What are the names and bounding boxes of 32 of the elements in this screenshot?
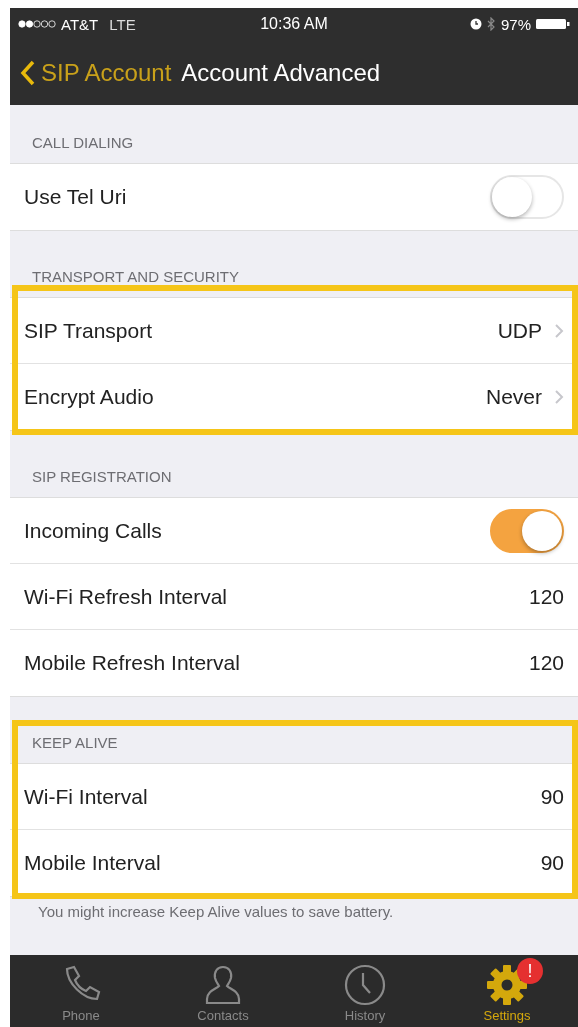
status-time: 10:36 AM (260, 15, 328, 33)
section-header: TRANSPORT AND SECURITY (32, 268, 239, 285)
chevron-icon (554, 322, 564, 339)
bluetooth-icon (486, 17, 496, 31)
footer-note: You might increase Keep Alive values to save battery. (38, 903, 394, 920)
clock-icon (343, 963, 387, 1007)
tab-item[interactable]: Contacts (168, 962, 278, 1027)
back-chevron-icon (20, 58, 36, 87)
settings-row-text: Mobile Interval 90 (23, 850, 565, 876)
section-header: CALL DIALING (32, 134, 134, 151)
settings-row[interactable]: Incoming Calls (10, 498, 578, 564)
nav-title: Account Advanced (181, 58, 381, 87)
settings-row[interactable]: Use Tel Uri (10, 164, 578, 230)
battery-percent: 97% (500, 15, 531, 33)
back-button[interactable]: SIP Account (20, 58, 172, 87)
disclosure-row[interactable]: SIP Transport UDP (10, 298, 578, 364)
tab-item[interactable]: Phone (26, 962, 136, 1027)
signal-icon (18, 19, 56, 29)
carrier-label: AT&T (61, 15, 99, 33)
section-header: SIP REGISTRATION (32, 468, 172, 485)
section-header: KEEP ALIVE (32, 734, 118, 751)
battery-icon (536, 18, 570, 30)
alarm-icon (469, 18, 482, 30)
disclosure-row[interactable]: Encrypt Audio Never (10, 364, 578, 430)
network-label: LTE (109, 15, 136, 33)
toggle-switch[interactable] (490, 508, 564, 553)
tab-item[interactable]: History (310, 962, 420, 1027)
settings-row: Wi-Fi Interval 90 (10, 764, 578, 830)
notification-badge: ! (517, 958, 543, 984)
chevron-icon (554, 389, 564, 405)
settings-row-text: Mobile Refresh Interval 120 (23, 650, 565, 676)
settings-row: Wi-Fi Refresh Interval 120 (10, 564, 578, 630)
